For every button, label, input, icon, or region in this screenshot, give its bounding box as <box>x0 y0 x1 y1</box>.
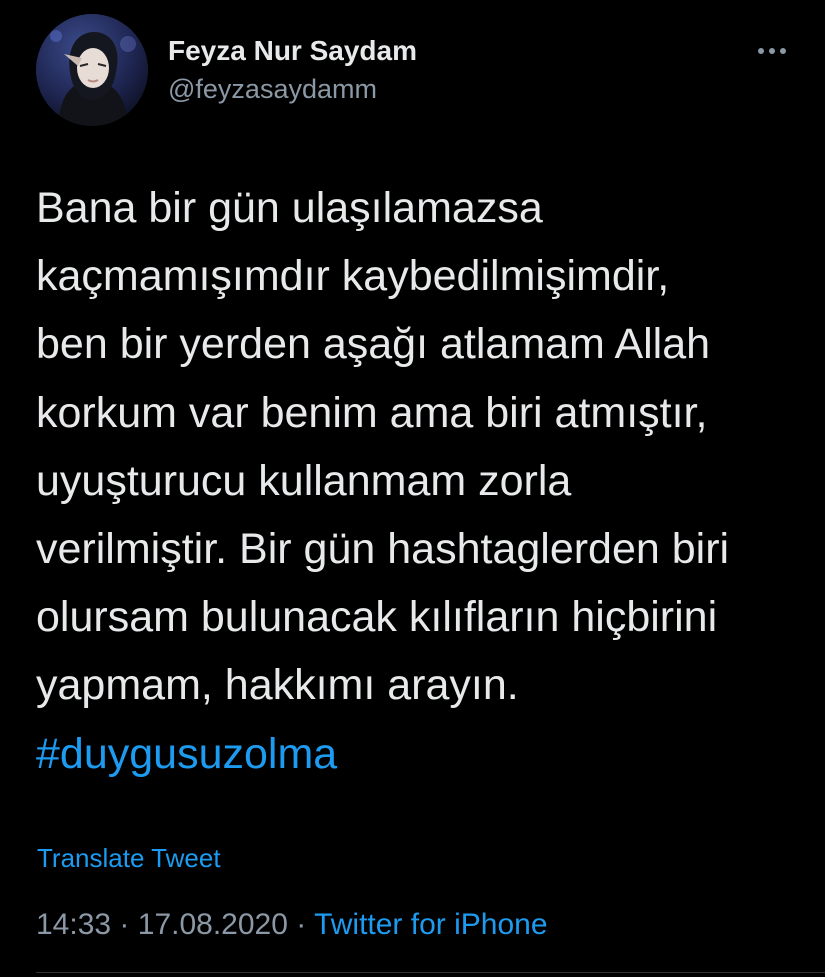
tweet-header: Feyza Nur Saydam @feyzasaydamm <box>36 14 796 128</box>
meta-separator: · <box>119 908 130 941</box>
avatar[interactable] <box>36 14 148 126</box>
tweet-text-line: kaçmamışımdır kaybedilmişimdir, <box>36 252 670 301</box>
tweet-text-line: korkum var benim ama biri atmıştır, <box>36 388 708 437</box>
avatar-image <box>36 14 148 126</box>
meta-separator: · <box>296 908 307 941</box>
tweet-text: Bana bir gün ulaşılamazsa kaçmamışımdır … <box>36 174 796 788</box>
tweet-text-line: ben bir yerden aşağı atlamam Allah <box>36 320 711 369</box>
tweet-text-line: verilmiştir. Bir gün hashtaglerden biri <box>36 525 730 574</box>
tweet-text-line: Bana bir gün ulaşılamazsa <box>36 184 543 232</box>
tweet-detail: Feyza Nur Saydam @feyzasaydamm Bana bir … <box>0 0 825 977</box>
tweet-metadata: 14:33 · 17.08.2020 · Twitter for iPhone <box>36 908 548 942</box>
divider <box>36 972 825 973</box>
tweet-date: 17.08.2020 <box>137 908 288 941</box>
user-names: Feyza Nur Saydam @feyzasaydamm <box>168 34 417 106</box>
tweet-text-line: yapmam, hakkımı arayın. <box>36 661 519 710</box>
translate-tweet-link[interactable]: Translate Tweet <box>37 843 221 874</box>
tweet-text-line: olursam bulunacak kılıfların hiçbirini <box>36 593 718 642</box>
user-handle[interactable]: @feyzasaydamm <box>168 72 417 106</box>
tweet-time: 14:33 <box>36 908 112 941</box>
more-horizontal-icon[interactable] <box>756 44 788 58</box>
tweet-source-link[interactable]: Twitter for iPhone <box>314 908 547 941</box>
tweet-text-line: uyuşturucu kullanmam zorla <box>36 456 572 505</box>
display-name[interactable]: Feyza Nur Saydam <box>168 34 417 68</box>
hashtag-link[interactable]: #duygusuzolma <box>36 720 796 788</box>
